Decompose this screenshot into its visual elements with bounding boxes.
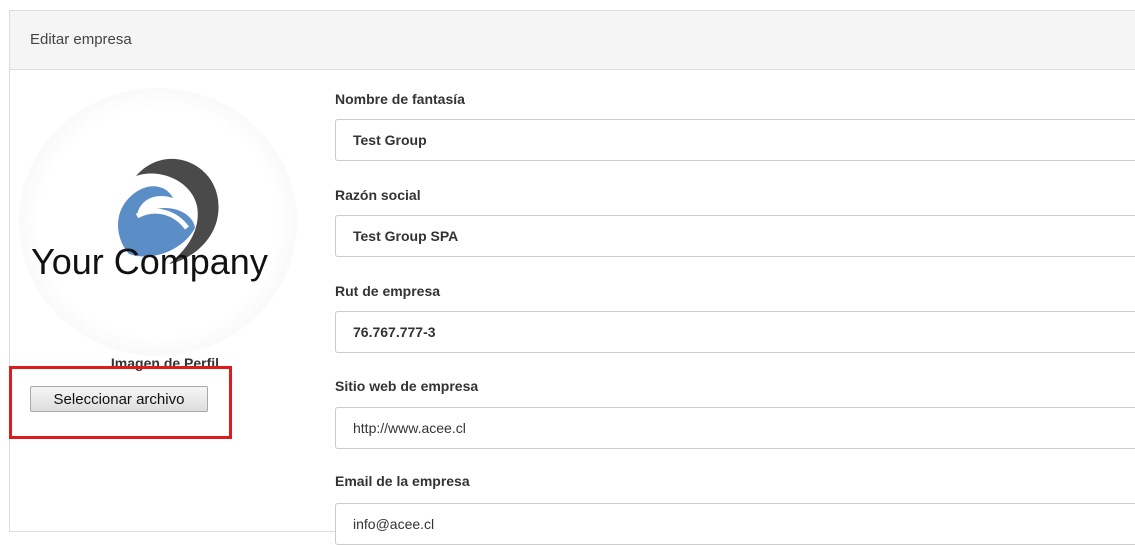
select-file-button[interactable]: Seleccionar archivo [30,386,208,412]
business-name-input[interactable] [335,215,1135,257]
field-label-rut: Rut de empresa [335,283,441,299]
profile-image-label: Imagen de Perfil [110,355,220,371]
website-input[interactable] [335,407,1135,449]
rut-input[interactable] [335,311,1135,353]
company-logo: Your Company [19,88,297,356]
panel-title: Editar empresa [10,11,1135,70]
company-logo-icon [118,158,219,264]
email-input[interactable] [335,503,1135,545]
field-label-trade-name: Nombre de fantasía [335,91,465,107]
field-label-email: Email de la empresa [335,473,470,489]
trade-name-input[interactable] [335,119,1135,161]
field-label-business-name: Razón social [335,187,421,203]
logo-text: Your Company [31,241,268,282]
field-label-website: Sitio web de empresa [335,378,479,394]
